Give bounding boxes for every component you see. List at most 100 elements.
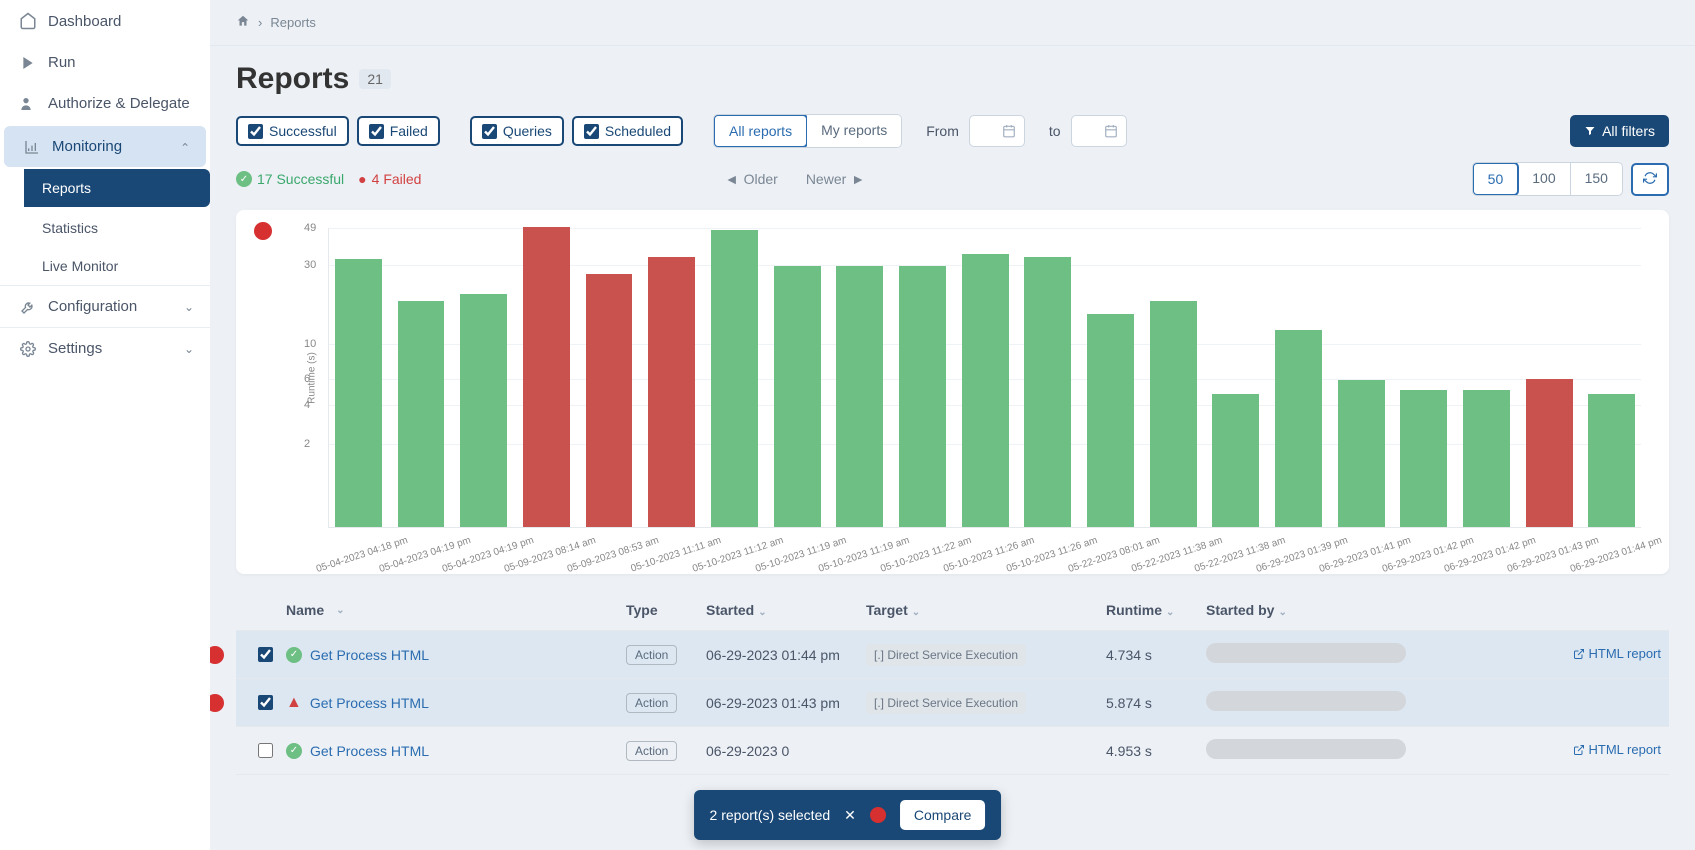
bar[interactable] [1150, 301, 1197, 527]
sidebar-item-settings[interactable]: Settings ⌄ [0, 328, 210, 369]
filter-checkbox[interactable] [584, 124, 599, 139]
sidebar-item-run[interactable]: Run [0, 42, 210, 83]
bar[interactable] [648, 257, 695, 527]
filter-icon [1584, 125, 1596, 137]
html-report-link[interactable]: HTML report [1573, 646, 1661, 661]
table-row[interactable]: ▲Get Process HTML Action 06-29-2023 01:4… [236, 679, 1669, 727]
sidebar-item-dashboard[interactable]: Dashboard [0, 0, 210, 42]
filter-chip-scheduled[interactable]: Scheduled [572, 116, 683, 146]
page-size-150[interactable]: 150 [1571, 163, 1622, 195]
selection-text: 2 report(s) selected [710, 807, 831, 823]
page-size-100[interactable]: 100 [1518, 163, 1570, 195]
report-name-link[interactable]: Get Process HTML [310, 695, 429, 711]
bar[interactable] [523, 227, 570, 527]
sort-icon: ⌄ [758, 607, 766, 618]
filter-checkbox[interactable] [482, 124, 497, 139]
chevron-down-icon: ⌄ [184, 342, 194, 356]
label: Authorize & Delegate [48, 95, 190, 112]
started-cell: 06-29-2023 01:44 pm [706, 647, 866, 663]
filter-chip-successful[interactable]: Successful [236, 116, 349, 146]
close-icon[interactable]: ✕ [844, 807, 856, 824]
started-by-redacted [1206, 691, 1406, 711]
page-title: Reports [236, 62, 349, 96]
bar[interactable] [1588, 394, 1635, 527]
breadcrumb-current: Reports [270, 15, 316, 30]
sidebar-subitem-reports[interactable]: Reports [24, 169, 210, 207]
label: Settings [48, 340, 102, 357]
compare-button[interactable]: Compare [900, 800, 986, 830]
bar[interactable] [1275, 330, 1322, 527]
refresh-button[interactable] [1631, 163, 1669, 196]
bar[interactable] [1212, 394, 1259, 527]
bar[interactable] [711, 230, 758, 527]
bar[interactable] [1400, 390, 1447, 527]
bar[interactable] [335, 259, 382, 527]
type-badge: Action [626, 693, 677, 713]
bar[interactable] [398, 301, 445, 527]
bar[interactable] [586, 274, 633, 527]
row-checkbox[interactable] [258, 695, 273, 710]
to-label: to [1049, 123, 1061, 139]
report-name-link[interactable]: Get Process HTML [310, 647, 429, 663]
annotation-marker [210, 694, 224, 712]
y-tick: 30 [304, 259, 316, 271]
wrench-icon [16, 299, 40, 315]
sidebar-item-configuration[interactable]: Configuration ⌄ [0, 286, 210, 327]
bar[interactable] [1526, 379, 1573, 527]
sidebar-item-authorize[interactable]: Authorize & Delegate [0, 83, 210, 124]
bar[interactable] [836, 266, 883, 527]
table-row[interactable]: ✓Get Process HTML Action 06-29-2023 0 4.… [236, 727, 1669, 775]
external-link-icon [1573, 744, 1585, 756]
sidebar-subitem-live-monitor[interactable]: Live Monitor [24, 247, 210, 285]
table-header-row: Name⌄ Type Started⌄ Target⌄ Runtime⌄ Sta… [236, 590, 1669, 631]
from-label: From [926, 123, 959, 139]
sort-icon: ⌄ [336, 605, 344, 616]
y-tick: 49 [304, 222, 316, 234]
filter-checkbox[interactable] [369, 124, 384, 139]
target-badge: [.] Direct Service Execution [866, 692, 1026, 714]
col-target-header[interactable]: Target [866, 602, 908, 618]
bar[interactable] [774, 266, 821, 527]
all-filters-button[interactable]: All filters [1570, 115, 1669, 147]
bar[interactable] [460, 294, 507, 527]
table-row[interactable]: ✓Get Process HTML Action 06-29-2023 01:4… [236, 631, 1669, 679]
filter-chip-failed[interactable]: Failed [357, 116, 440, 146]
filter-checkbox[interactable] [248, 124, 263, 139]
bar[interactable] [962, 254, 1009, 527]
annotation-marker [870, 807, 886, 823]
from-date-input[interactable] [969, 115, 1025, 147]
breadcrumb-home-icon[interactable] [236, 14, 250, 31]
filter-chip-queries[interactable]: Queries [470, 116, 564, 146]
col-startedby-header[interactable]: Started by [1206, 602, 1274, 618]
started-cell: 06-29-2023 0 [706, 743, 866, 759]
selection-bar: 2 report(s) selected ✕ Compare [694, 790, 1002, 840]
bar[interactable] [1463, 390, 1510, 527]
started-by-redacted [1206, 739, 1406, 759]
page-size-50[interactable]: 50 [1472, 162, 1520, 196]
bar[interactable] [1087, 314, 1134, 527]
html-report-link[interactable]: HTML report [1573, 742, 1661, 757]
older-link[interactable]: ◄ Older [725, 171, 778, 187]
scope-all-reports[interactable]: All reports [713, 114, 808, 148]
col-type-header[interactable]: Type [626, 602, 658, 618]
scope-my-reports[interactable]: My reports [807, 115, 901, 147]
label: Run [48, 54, 76, 71]
row-checkbox[interactable] [258, 647, 273, 662]
col-runtime-header[interactable]: Runtime [1106, 602, 1162, 618]
sidebar-subitem-statistics[interactable]: Statistics [24, 209, 210, 247]
col-started-header[interactable]: Started [706, 602, 754, 618]
bar[interactable] [899, 266, 946, 527]
check-icon: ✓ [236, 171, 252, 187]
bar[interactable] [1338, 380, 1385, 527]
to-date-input[interactable] [1071, 115, 1127, 147]
bar-plot: 05-04-2023 04:18 pm05-04-2023 04:19 pm05… [328, 228, 1641, 528]
bar[interactable] [1024, 257, 1071, 527]
chart-icon [20, 139, 44, 155]
row-checkbox[interactable] [258, 743, 273, 758]
sidebar-item-monitoring[interactable]: Monitoring ⌄ [4, 126, 206, 167]
chevron-up-icon: ⌄ [180, 140, 190, 154]
col-name-header[interactable]: Name [286, 602, 324, 618]
annotation-marker [210, 646, 224, 664]
newer-link[interactable]: Newer ► [806, 171, 865, 187]
report-name-link[interactable]: Get Process HTML [310, 743, 429, 759]
